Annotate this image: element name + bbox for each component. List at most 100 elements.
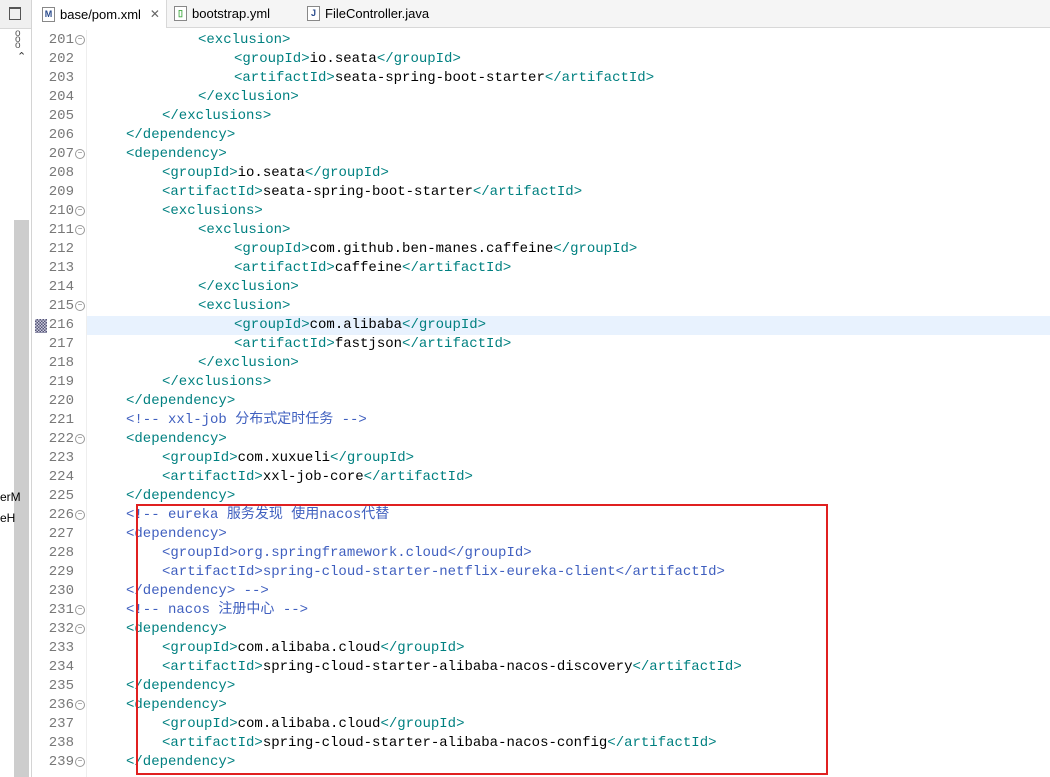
left-panel: ooo ⌃ erM eH <box>0 0 32 777</box>
line-number: 218 <box>48 355 74 371</box>
code-line[interactable]: 215− <exclusion> <box>32 297 1050 316</box>
xml-element: </dependency> <box>126 393 236 409</box>
tab-filecontroller-java[interactable]: J FileController.java <box>307 0 429 27</box>
close-icon[interactable]: ✕ <box>150 7 160 21</box>
xml-element: <groupId>com.xuxueli</groupId> <box>162 450 415 466</box>
code-text: <groupId>io.seata</groupId> <box>87 164 1050 183</box>
code-line[interactable]: 221 <!-- xxl-job 分布式定时任务 --> <box>32 411 1050 430</box>
java-file-icon: J <box>307 6 320 21</box>
code-text: </exclusion> <box>87 354 1050 373</box>
line-number: 220 <box>48 393 74 409</box>
xml-comment: <!-- xxl-job 分布式定时任务 --> <box>126 412 367 428</box>
code-text: </exclusion> <box>87 88 1050 107</box>
code-line[interactable]: 201− <exclusion> <box>32 31 1050 50</box>
maximize-icon[interactable] <box>9 7 21 20</box>
fold-toggle-icon[interactable]: − <box>75 225 85 235</box>
fold-toggle-icon[interactable]: − <box>75 434 85 444</box>
tab-bootstrap-yml[interactable]: ▯ bootstrap.yml <box>174 0 270 27</box>
fold-toggle-icon[interactable]: − <box>75 757 85 767</box>
line-number: 227 <box>48 526 74 542</box>
line-number: 224 <box>48 469 74 485</box>
code-line[interactable]: 218 </exclusion> <box>32 354 1050 373</box>
code-line[interactable]: 214 </exclusion> <box>32 278 1050 297</box>
line-number: 221 <box>48 412 74 428</box>
yaml-file-icon: ▯ <box>174 6 187 21</box>
fold-toggle-icon[interactable]: − <box>75 510 85 520</box>
code-text: </dependency> <box>87 126 1050 145</box>
code-line[interactable]: 212 <groupId>com.github.ben-manes.caffein… <box>32 240 1050 259</box>
line-number: 214 <box>48 279 74 295</box>
fold-toggle-icon[interactable]: − <box>75 700 85 710</box>
xml-element: </dependency> <box>126 127 236 143</box>
editor-tabs: M base/pom.xml ✕ ▯ bootstrap.yml J FileC… <box>32 0 1050 28</box>
code-line[interactable]: 208 <groupId>io.seata</groupId> <box>32 164 1050 183</box>
code-line[interactable]: 223 <groupId>com.xuxueli</groupId> <box>32 449 1050 468</box>
line-number: 239 <box>48 754 74 770</box>
code-line[interactable]: 204 </exclusion> <box>32 88 1050 107</box>
code-line[interactable]: 206 </dependency> <box>32 126 1050 145</box>
maven-file-icon: M <box>42 6 55 22</box>
xml-element: </exclusions> <box>162 374 272 390</box>
tab-label: bootstrap.yml <box>192 6 271 21</box>
fold-toggle-icon[interactable]: − <box>75 149 85 159</box>
scroll-up-icon[interactable]: ⌃ <box>17 50 26 63</box>
line-number: 203 <box>48 70 74 86</box>
xml-element: <artifactId>seata-spring-boot-starter</a… <box>234 70 655 86</box>
fold-toggle-icon[interactable]: − <box>75 301 85 311</box>
line-number: 217 <box>48 336 74 352</box>
view-menu-icon[interactable]: ooo <box>15 29 21 51</box>
tab-base-pom[interactable]: M base/pom.xml ✕ <box>32 0 167 28</box>
xml-element: </exclusions> <box>162 108 272 124</box>
tab-label: FileController.java <box>325 6 430 21</box>
code-line[interactable]: 220 </dependency> <box>32 392 1050 411</box>
line-number: 225 <box>48 488 74 504</box>
fold-toggle-icon[interactable]: − <box>75 206 85 216</box>
code-line[interactable]: 211− <exclusion> <box>32 221 1050 240</box>
line-number: 238 <box>48 735 74 751</box>
line-number: 236 <box>48 697 74 713</box>
code-line[interactable]: 213 <artifactId>caffeine</artifactId> <box>32 259 1050 278</box>
line-number: 201 <box>48 32 74 48</box>
code-line[interactable]: 202 <groupId>io.seata</groupId> <box>32 50 1050 69</box>
xml-element: </exclusion> <box>198 89 299 105</box>
line-number: 228 <box>48 545 74 561</box>
xml-element: <exclusion> <box>198 222 291 238</box>
code-line[interactable]: 219 </exclusions> <box>32 373 1050 392</box>
truncated-text: erM <box>0 490 21 504</box>
line-number: 212 <box>48 241 74 257</box>
code-line[interactable]: 205 </exclusions> <box>32 107 1050 126</box>
panel-toolbar <box>0 0 31 29</box>
code-line[interactable]: 210− <exclusions> <box>32 202 1050 221</box>
code-text: <!-- xxl-job 分布式定时任务 --> <box>87 411 1050 430</box>
xml-element: <artifactId>fastjson</artifactId> <box>234 336 512 352</box>
truncated-text: eH <box>0 511 16 525</box>
code-text: </exclusion> <box>87 278 1050 297</box>
code-line[interactable]: 209 <artifactId>seata-spring-boot-starter… <box>32 183 1050 202</box>
line-number: 233 <box>48 640 74 656</box>
fold-toggle-icon[interactable]: − <box>75 35 85 45</box>
xml-element: <exclusions> <box>162 203 263 219</box>
line-number: 207 <box>48 146 74 162</box>
code-line[interactable]: 217 <artifactId>fastjson</artifactId> <box>32 335 1050 354</box>
line-number: 230 <box>48 583 74 599</box>
xml-element: </exclusion> <box>198 279 299 295</box>
code-text: <groupId>com.xuxueli</groupId> <box>87 449 1050 468</box>
line-number: 204 <box>48 89 74 105</box>
code-line[interactable]: 216 <groupId>com.alibaba</groupId> <box>32 316 1050 335</box>
fold-toggle-icon[interactable]: − <box>75 624 85 634</box>
code-line[interactable]: 207− <dependency> <box>32 145 1050 164</box>
line-number: 213 <box>48 260 74 276</box>
code-text: <artifactId>xxl-job-core</artifactId> <box>87 468 1050 487</box>
line-number: 222 <box>48 431 74 447</box>
code-line[interactable]: 222− <dependency> <box>32 430 1050 449</box>
code-text: <artifactId>caffeine</artifactId> <box>87 259 1050 278</box>
code-line[interactable]: 224 <artifactId>xxl-job-core</artifactId> <box>32 468 1050 487</box>
code-text: <groupId>com.alibaba</groupId> <box>87 316 1050 335</box>
code-line[interactable]: 203 <artifactId>seata-spring-boot-starter… <box>32 69 1050 88</box>
code-text: </exclusions> <box>87 107 1050 126</box>
code-text: <groupId>io.seata</groupId> <box>87 50 1050 69</box>
code-text: <artifactId>seata-spring-boot-starter</a… <box>87 183 1050 202</box>
line-number: 210 <box>48 203 74 219</box>
fold-toggle-icon[interactable]: − <box>75 605 85 615</box>
code-text: <exclusion> <box>87 221 1050 240</box>
